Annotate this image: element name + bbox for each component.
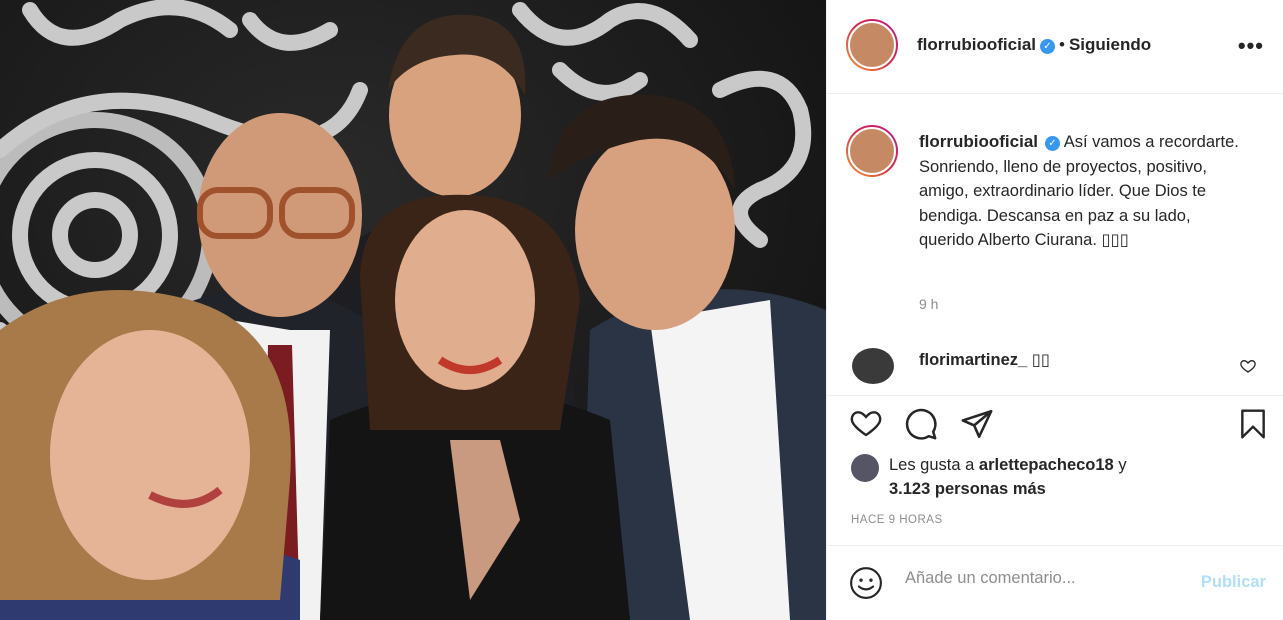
verified-icon: ✓ (1045, 136, 1060, 151)
author-username[interactable]: florrubiooficial (917, 35, 1036, 54)
follow-status-button[interactable]: Siguiendo (1069, 35, 1151, 54)
commenter-username[interactable]: florimartinez_ ▯▯ (919, 350, 1050, 370)
comment-icon[interactable] (904, 407, 938, 441)
caption-text: florrubiooficial ✓ Así vamos a recordarte… (919, 130, 1249, 253)
likes-summary: Les gusta a arlettepacheco18 y 3.123 per… (827, 450, 1283, 510)
post-side-panel: florrubiooficial ✓ • Siguiendo ••• florrubi… (826, 0, 1283, 620)
separator-dot: • (1059, 35, 1065, 54)
liker-username[interactable]: arlettepacheco18 (979, 456, 1114, 474)
emoji-icon[interactable] (849, 566, 883, 600)
add-comment-bar: Publicar (827, 545, 1283, 620)
publish-button[interactable]: Publicar (1201, 573, 1266, 592)
share-icon[interactable] (960, 407, 994, 441)
post-photo[interactable] (0, 0, 826, 620)
header-line: florrubiooficial ✓ • Siguiendo (917, 35, 1151, 55)
heart-icon[interactable] (849, 407, 883, 439)
more-icon[interactable]: ••• (1238, 35, 1264, 57)
caption-username[interactable]: florrubiooficial (919, 132, 1038, 151)
likes-connector: y (1118, 456, 1127, 474)
caption-block: florrubiooficial ✓ Así vamos a recordarte… (827, 94, 1283, 339)
caption-avatar[interactable] (846, 125, 898, 177)
commenter-avatar[interactable] (852, 348, 894, 384)
likes-others[interactable]: 3.123 personas más (889, 480, 1046, 499)
likes-prefix: Les gusta a (889, 456, 975, 474)
comment-like-heart-icon[interactable] (1240, 358, 1256, 374)
verified-icon: ✓ (1040, 39, 1055, 54)
post-timestamp[interactable]: HACE 9 HORAS (851, 514, 943, 526)
bookmark-icon[interactable] (1237, 407, 1269, 441)
author-avatar[interactable] (846, 19, 898, 71)
comment-row: florimartinez_ ▯▯ (827, 340, 1283, 395)
likes-line-1: Les gusta a arlettepacheco18 y (889, 456, 1127, 475)
group-selfie-image (0, 0, 826, 620)
comment-input[interactable] (905, 569, 1185, 588)
caption-time[interactable]: 9 h (919, 296, 938, 312)
liker-avatar[interactable] (851, 454, 879, 482)
action-bar (827, 395, 1283, 455)
post-header: florrubiooficial ✓ • Siguiendo ••• (827, 0, 1283, 94)
